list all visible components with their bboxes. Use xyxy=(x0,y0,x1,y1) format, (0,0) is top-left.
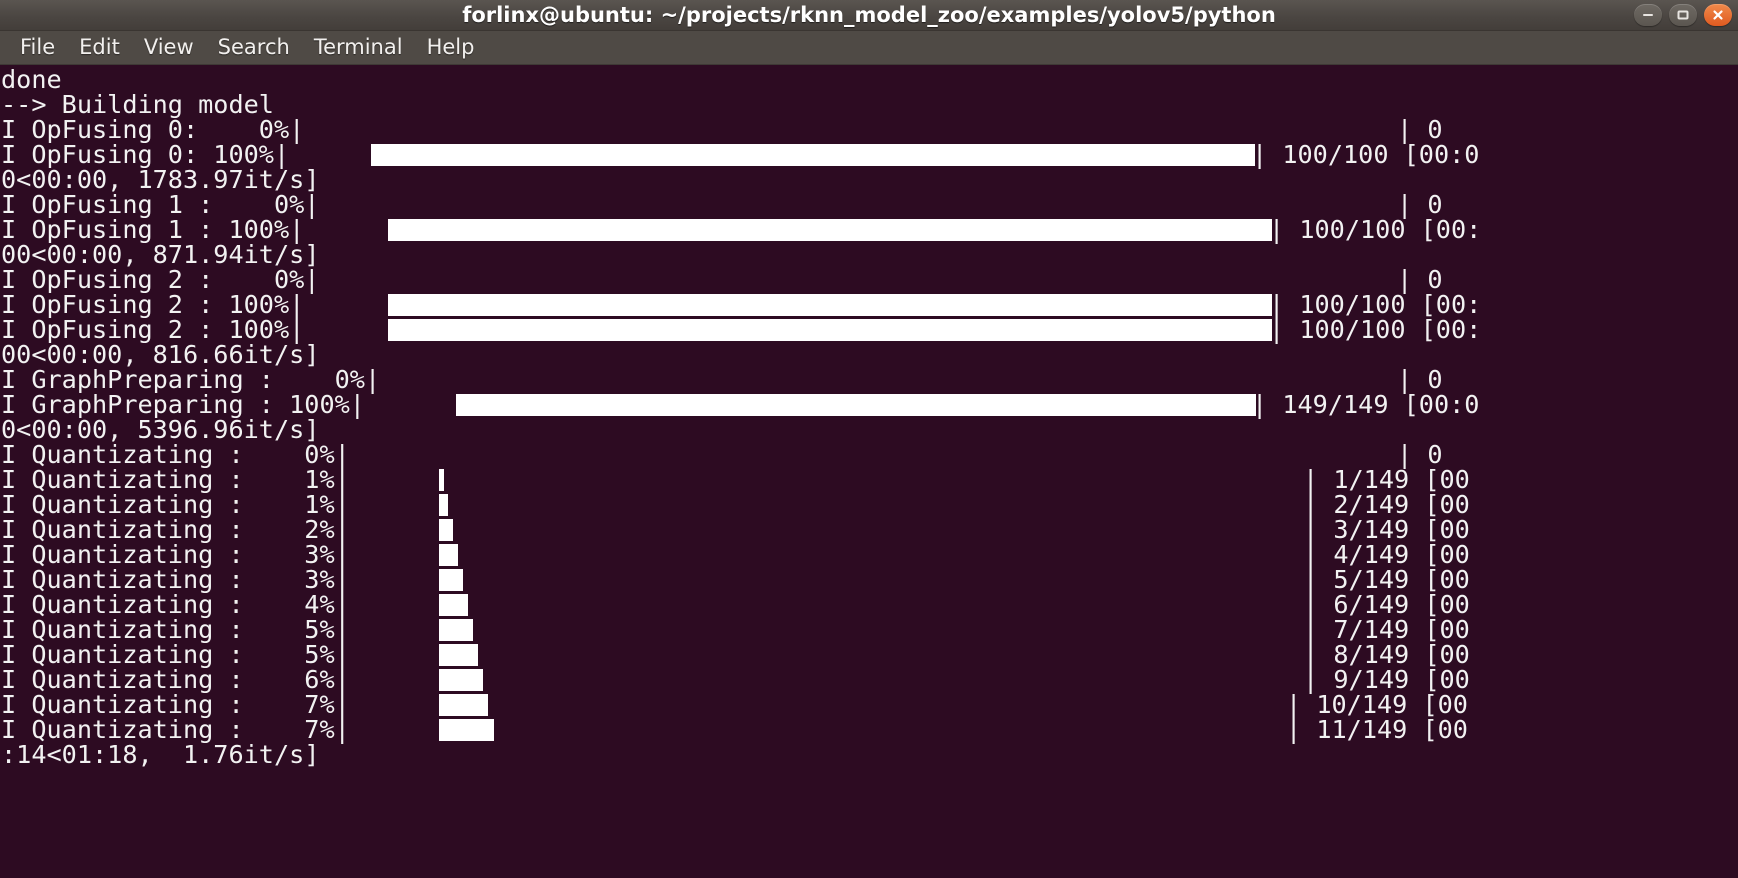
terminal-line: I Quantizating : 6%| | 9/149 [00 xyxy=(1,667,1738,692)
terminal-line: I Quantizating : 4%| | 6/149 [00 xyxy=(1,592,1738,617)
close-icon xyxy=(1713,10,1723,20)
menu-item-view[interactable]: View xyxy=(132,33,206,63)
terminal-line: --> Building model xyxy=(1,92,1738,117)
progress-bar-fill xyxy=(439,494,448,516)
terminal-line: 0<00:00, 5396.96it/s] xyxy=(1,417,1738,442)
progress-bar-fill xyxy=(439,619,473,641)
terminal-line-tail: | 9/149 [00 xyxy=(1303,665,1470,694)
maximize-icon xyxy=(1677,10,1689,20)
minimize-button[interactable] xyxy=(1634,4,1662,26)
terminal-line-tail: | 10/149 [00 xyxy=(1286,690,1468,719)
terminal-line-tail: | 0 xyxy=(1397,115,1443,144)
menu-item-edit[interactable]: Edit xyxy=(67,33,132,63)
window-titlebar[interactable]: forlinx@ubuntu: ~/projects/rknn_model_zo… xyxy=(0,0,1738,31)
maximize-button[interactable] xyxy=(1669,4,1697,26)
terminal-line: 0<00:00, 1783.97it/s] xyxy=(1,167,1738,192)
terminal-line: I Quantizating : 1%| | 1/149 [00 xyxy=(1,467,1738,492)
terminal-line-tail: | 0 xyxy=(1397,365,1443,394)
menu-item-help[interactable]: Help xyxy=(415,33,487,63)
terminal-line-tail: | 0 xyxy=(1397,190,1443,219)
terminal-line-tail: | 3/149 [00 xyxy=(1303,515,1470,544)
terminal-line: I OpFusing 0: 100%| | 100/100 [00:0 xyxy=(1,142,1738,167)
terminal-line: done xyxy=(1,67,1738,92)
terminal-line-tail: | 4/149 [00 xyxy=(1303,540,1470,569)
minimize-icon xyxy=(1643,14,1653,16)
menu-item-search[interactable]: Search xyxy=(206,33,302,63)
terminal-line: I OpFusing 2 : 100%| | 100/100 [00: xyxy=(1,292,1738,317)
terminal-window: forlinx@ubuntu: ~/projects/rknn_model_zo… xyxy=(0,0,1738,878)
terminal-line: I Quantizating : 2%| | 3/149 [00 xyxy=(1,517,1738,542)
terminal-line-text: :14<01:18, 1.76it/s] xyxy=(1,740,320,769)
terminal-line: :14<01:18, 1.76it/s] xyxy=(1,742,1738,767)
progress-bar-fill xyxy=(439,469,444,491)
terminal-line: I OpFusing 0: 0%| | 0 xyxy=(1,117,1738,142)
terminal-line-tail: | 7/149 [00 xyxy=(1303,615,1470,644)
window-title: forlinx@ubuntu: ~/projects/rknn_model_zo… xyxy=(462,3,1276,27)
terminal-line: I Quantizating : 7%| | 10/149 [00 xyxy=(1,692,1738,717)
menu-item-file[interactable]: File xyxy=(8,33,67,63)
terminal-line: I Quantizating : 5%| | 8/149 [00 xyxy=(1,642,1738,667)
progress-bar-fill xyxy=(439,694,488,716)
progress-bar-fill xyxy=(439,569,463,591)
progress-bar-fill xyxy=(371,144,1255,166)
terminal-line-tail: | 100/100 [00: xyxy=(1269,315,1482,344)
progress-bar-fill xyxy=(388,219,1272,241)
terminal-line: I OpFusing 1 : 100%| | 100/100 [00: xyxy=(1,217,1738,242)
terminal-line-tail: | 5/149 [00 xyxy=(1303,565,1470,594)
terminal-line: I GraphPreparing : 0%| | 0 xyxy=(1,367,1738,392)
progress-bar-fill xyxy=(388,319,1272,341)
terminal-line: I Quantizating : 3%| | 5/149 [00 xyxy=(1,567,1738,592)
menu-item-terminal[interactable]: Terminal xyxy=(302,33,415,63)
progress-bar-fill xyxy=(439,644,478,666)
terminal-output-area[interactable]: done --> Building model I OpFusing 0: 0%| |… xyxy=(0,65,1738,878)
terminal-line-tail: | 8/149 [00 xyxy=(1303,640,1470,669)
terminal-line: I Quantizating : 1%| | 2/149 [00 xyxy=(1,492,1738,517)
progress-bar-fill xyxy=(439,544,458,566)
terminal-line: I Quantizating : 0%| | 0 xyxy=(1,442,1738,467)
terminal-line-tail: | 2/149 [00 xyxy=(1303,490,1470,519)
progress-bar-fill xyxy=(439,719,494,741)
terminal-line: I GraphPreparing : 100%| | 149/149 [00:0 xyxy=(1,392,1738,417)
close-button[interactable] xyxy=(1704,4,1732,26)
menu-bar: File Edit View Search Terminal Help xyxy=(0,31,1738,65)
progress-bar-fill xyxy=(439,519,453,541)
terminal-line-tail: | 149/149 [00:0 xyxy=(1252,390,1480,419)
terminal-line-tail: | 0 xyxy=(1397,265,1443,294)
terminal-line-tail: | 6/149 [00 xyxy=(1303,590,1470,619)
terminal-screen: done --> Building model I OpFusing 0: 0%| |… xyxy=(1,67,1738,767)
terminal-line: I Quantizating : 7%| | 11/149 [00 xyxy=(1,717,1738,742)
terminal-line: I OpFusing 2 : 100%| | 100/100 [00: xyxy=(1,317,1738,342)
window-controls xyxy=(1634,4,1732,26)
progress-bar-fill xyxy=(439,669,483,691)
terminal-line: I OpFusing 1 : 0%| | 0 xyxy=(1,192,1738,217)
terminal-line-tail: | 100/100 [00:0 xyxy=(1252,140,1480,169)
terminal-line: 00<00:00, 871.94it/s] xyxy=(1,242,1738,267)
terminal-line: I Quantizating : 5%| | 7/149 [00 xyxy=(1,617,1738,642)
terminal-line: I Quantizating : 3%| | 4/149 [00 xyxy=(1,542,1738,567)
terminal-line-tail: | 0 xyxy=(1397,440,1443,469)
terminal-line-tail: | 100/100 [00: xyxy=(1269,215,1482,244)
terminal-line-tail: | 11/149 [00 xyxy=(1286,715,1468,744)
terminal-line: I OpFusing 2 : 0%| | 0 xyxy=(1,267,1738,292)
progress-bar-fill xyxy=(456,394,1256,416)
terminal-line-tail: | 100/100 [00: xyxy=(1269,290,1482,319)
terminal-line: 00<00:00, 816.66it/s] xyxy=(1,342,1738,367)
progress-bar-fill xyxy=(439,594,468,616)
progress-bar-fill xyxy=(388,294,1272,316)
terminal-line-tail: | 1/149 [00 xyxy=(1303,465,1470,494)
